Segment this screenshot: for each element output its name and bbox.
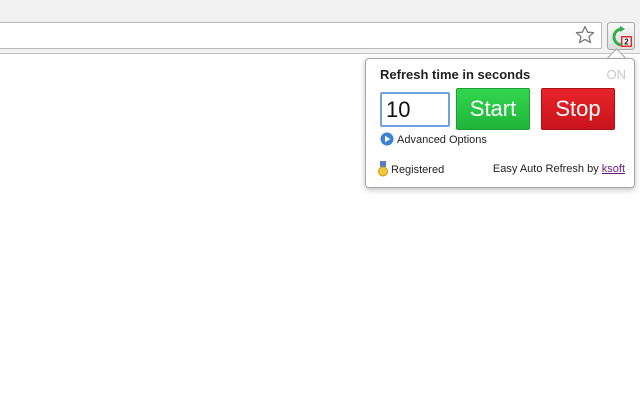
popup-title: Refresh time in seconds	[380, 67, 531, 82]
extension-popup: Refresh time in seconds ON Start Stop Ad…	[365, 58, 635, 188]
browser-toolbar	[0, 18, 640, 54]
status-indicator: ON	[606, 67, 627, 82]
start-button[interactable]: Start	[456, 88, 530, 130]
extension-badge-count: 2	[624, 38, 629, 47]
credit-text: Easy Auto Refresh by	[492, 163, 599, 175]
advanced-options-link[interactable]: Advanced Options	[380, 132, 487, 148]
seconds-input[interactable]	[380, 92, 450, 127]
advanced-options-label: Advanced Options	[397, 134, 487, 146]
credit-line: Easy Auto Refresh by ksoft	[493, 163, 625, 175]
stop-button[interactable]: Stop	[541, 88, 615, 130]
easy-auto-refresh-extension-button[interactable]: 2	[607, 22, 635, 50]
registered-status: Registered	[378, 160, 445, 180]
ksoft-link[interactable]: ksoft	[602, 163, 625, 175]
refresh-icon: 2	[612, 26, 632, 47]
star-icon[interactable]	[575, 25, 595, 45]
address-bar[interactable]	[0, 22, 602, 49]
play-circle-icon	[380, 132, 394, 149]
registered-label: Registered	[391, 164, 445, 176]
medal-icon	[378, 160, 388, 180]
tab-strip	[0, 0, 640, 18]
